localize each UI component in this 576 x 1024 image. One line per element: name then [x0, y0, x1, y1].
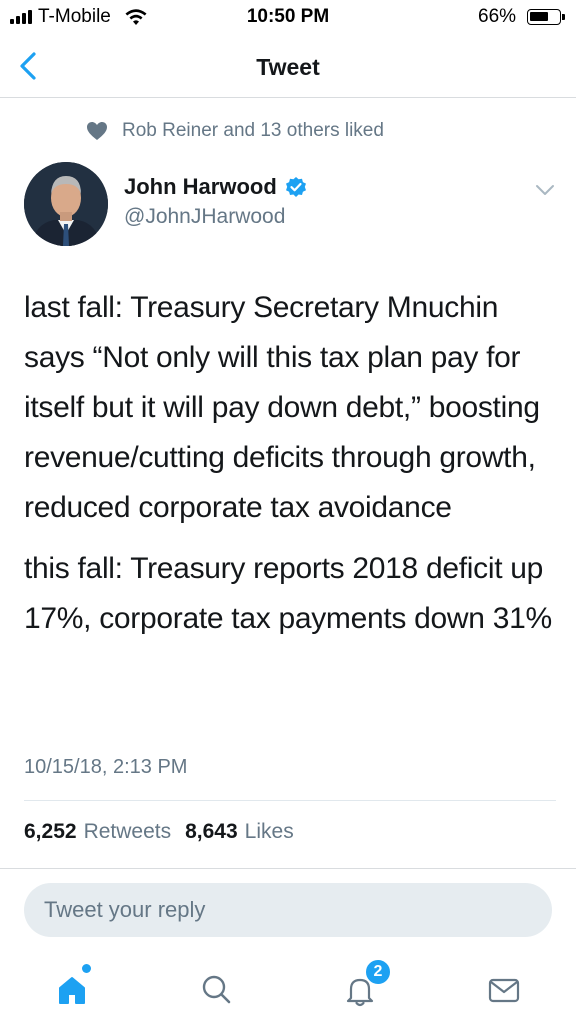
author-name[interactable]: John Harwood [124, 174, 277, 200]
tab-search[interactable] [186, 960, 246, 1020]
avatar[interactable] [24, 162, 108, 246]
chevron-down-icon[interactable] [534, 182, 556, 198]
notifications-badge: 2 [364, 958, 392, 986]
tweet-text: last fall: Treasury Secretary Mnuchin sa… [24, 283, 556, 644]
new-content-dot [82, 964, 91, 973]
author-name-row[interactable]: John Harwood [124, 174, 307, 200]
status-bar: T-Mobile 10:50 PM 66% [0, 0, 576, 34]
page-title: Tweet [256, 54, 320, 80]
divider [0, 868, 576, 869]
retweets-label: Retweets [83, 820, 172, 843]
tweet-paragraph: last fall: Treasury Secretary Mnuchin sa… [24, 291, 540, 524]
tweet-paragraph: this fall: Treasury reports 2018 deficit… [24, 552, 552, 635]
messages-icon [488, 978, 520, 1003]
likes-stat[interactable]: 8,643 Likes [185, 820, 308, 844]
navigation-bar: Tweet [0, 34, 576, 98]
retweets-count: 6,252 [24, 820, 77, 843]
author-handle[interactable]: @JohnJHarwood [124, 205, 285, 229]
verified-badge-icon [285, 177, 306, 197]
tab-home[interactable] [42, 960, 102, 1020]
retweets-stat[interactable]: 6,252 Retweets [24, 820, 185, 844]
battery-percentage: 66% [478, 6, 517, 27]
home-icon [59, 977, 85, 1004]
social-context-text: Rob Reiner and 13 others liked [122, 120, 384, 141]
heart-icon [87, 122, 107, 140]
reply-box[interactable] [24, 883, 552, 937]
tab-messages[interactable] [474, 960, 534, 1020]
social-context[interactable]: Rob Reiner and 13 others liked [86, 118, 384, 144]
battery-icon [527, 9, 561, 25]
battery-cap [562, 14, 565, 20]
battery-level-fill [530, 12, 548, 21]
tab-bar [0, 950, 576, 1024]
tweet-timestamp[interactable]: 10/15/18, 2:13 PM [24, 756, 187, 779]
reply-input[interactable] [44, 883, 534, 937]
likes-count: 8,643 [185, 820, 238, 843]
engagement-stats: 6,252 Retweets 8,643 Likes [24, 820, 308, 844]
search-icon [202, 975, 231, 1004]
profile-photo [24, 162, 108, 246]
divider [24, 800, 556, 801]
likes-label: Likes [244, 820, 294, 843]
